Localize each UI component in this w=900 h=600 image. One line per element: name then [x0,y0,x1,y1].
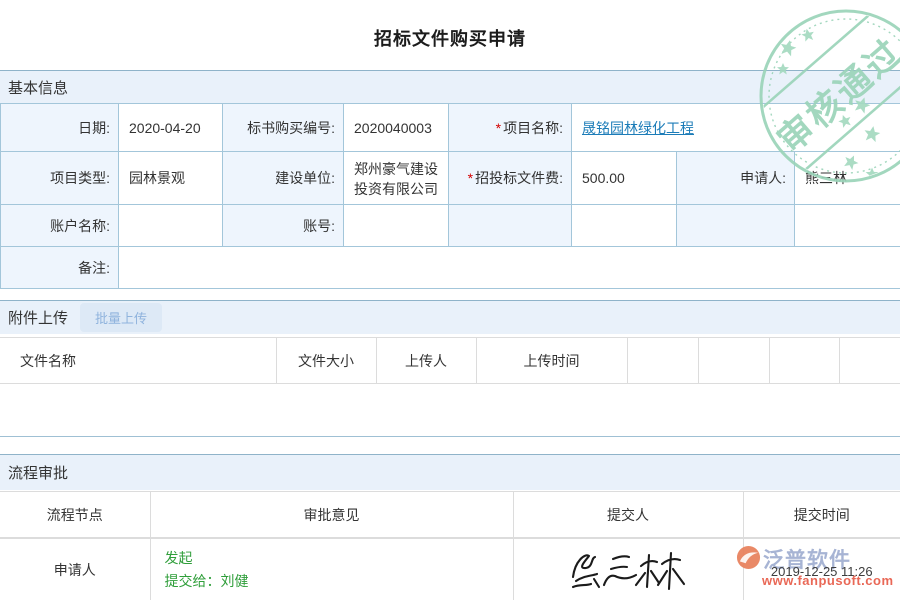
account-no-value [344,205,449,247]
col-approval-opinion: 审批意见 [150,492,513,538]
project-name-cell: 晟铭园林绿化工程 [572,104,900,152]
project-type-label: 项目类型: [1,152,119,205]
opinion-submit-to: 提交给：刘健 [165,570,513,593]
project-name-label-text: 项目名称: [503,120,563,136]
fee-label-text: 招投标文件费: [475,170,563,186]
batch-upload-button[interactable]: 批量上传 [80,303,162,332]
empty-label-cell [449,205,572,247]
remark-label: 备注: [1,247,119,289]
empty-cell [572,205,677,247]
project-name-label: *项目名称: [449,104,572,152]
approval-section-header: 流程审批 [0,454,900,490]
applicant-value: 熊三林 [795,152,900,205]
col-flow-node: 流程节点 [0,492,150,538]
required-mark: * [496,120,501,136]
approval-row: 申请人 发起 提交给：刘健 [0,539,900,600]
basic-info-section-title: 基本信息 [8,77,68,98]
empty-header-cell [627,338,698,384]
date-value: 2020-04-20 [119,104,223,152]
attachments-section-title: 附件上传 [8,307,68,328]
project-type-value: 园林景观 [119,152,223,205]
col-file-name: 文件名称 [0,338,276,384]
col-file-size: 文件大小 [276,338,376,384]
table-row: 项目类型: 园林景观 建设单位: 郑州豪气建设投资有限公司 *招投标文件费: 5… [1,152,900,205]
col-submit-time: 提交时间 [743,492,900,538]
signature-image [514,546,743,594]
page-title: 招标文件购买申请 [0,25,900,51]
attachments-header-row: 文件名称 文件大小 上传人 上传时间 [0,338,900,384]
table-row: 备注: [1,247,900,289]
remark-value [119,247,900,289]
col-submitter: 提交人 [513,492,743,538]
approval-data-table: 申请人 发起 提交给：刘健 [0,538,900,600]
bid-no-label: 标书购买编号: [223,104,344,152]
account-name-value [119,205,223,247]
attachments-table: 文件名称 文件大小 上传人 上传时间 [0,337,900,384]
empty-label-cell [677,205,795,247]
opinion-action: 发起 [165,547,513,570]
bid-no-value: 2020040003 [344,104,449,152]
flow-node-value: 申请人 [0,539,150,600]
table-row: 账户名称: 账号: [1,205,900,247]
attachments-empty-area [0,384,900,437]
approval-section-title: 流程审批 [8,462,68,483]
col-uploader: 上传人 [376,338,476,384]
basic-info-table: 日期: 2020-04-20 标书购买编号: 2020040003 *项目名称:… [0,103,900,289]
empty-cell [795,205,900,247]
applicant-label: 申请人: [677,152,795,205]
empty-header-cell [839,338,900,384]
account-no-label: 账号: [223,205,344,247]
builder-value: 郑州豪气建设投资有限公司 [344,152,449,205]
builder-label: 建设单位: [223,152,344,205]
col-upload-time: 上传时间 [476,338,627,384]
date-label: 日期: [1,104,119,152]
account-name-label: 账户名称: [1,205,119,247]
fee-value: 500.00 [572,152,677,205]
attachments-section-header: 附件上传 批量上传 [0,300,900,334]
submit-time-value: 2019-12-25 11:26 [744,560,900,579]
basic-info-section-header: 基本信息 [0,70,900,103]
title-bar: 招标文件购买申请 [0,0,900,70]
submitter-signature-cell [513,539,743,600]
empty-header-cell [769,338,839,384]
approval-header-row: 流程节点 审批意见 提交人 提交时间 [0,492,900,538]
submit-time-cell: 2019-12-25 11:26 [743,539,900,600]
project-name-link[interactable]: 晟铭园林绿化工程 [582,120,694,136]
approval-table: 流程节点 审批意见 提交人 提交时间 [0,491,900,538]
empty-header-cell [698,338,769,384]
required-mark: * [468,170,473,186]
approval-opinion-cell: 发起 提交给：刘健 [150,539,513,600]
fee-label: *招投标文件费: [449,152,572,205]
table-row: 日期: 2020-04-20 标书购买编号: 2020040003 *项目名称:… [1,104,900,152]
page: 招标文件购买申请 基本信息 日期: 2020-04-20 标书购买编号: 202… [0,0,900,600]
